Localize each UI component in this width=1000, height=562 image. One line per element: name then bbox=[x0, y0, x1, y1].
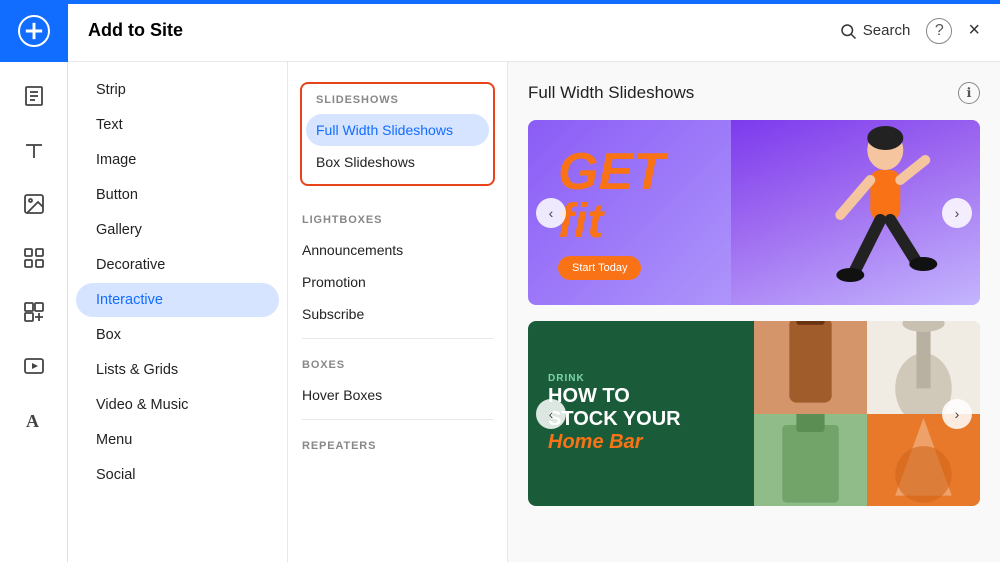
bar-img-1 bbox=[754, 321, 867, 414]
box-slideshows-item[interactable]: Box Slideshows bbox=[302, 146, 493, 178]
header-actions: Search ? × bbox=[839, 18, 980, 44]
section-divider bbox=[302, 338, 493, 339]
nav-item-video-music[interactable]: Video & Music bbox=[76, 388, 279, 422]
right-panel: Full Width Slideshows ℹ GET fit Start To… bbox=[508, 62, 1000, 562]
full-width-slideshows-item[interactable]: Full Width Slideshows bbox=[306, 114, 489, 146]
nav-item-image[interactable]: Image bbox=[76, 143, 279, 177]
fitness-text-block: GET fit Start Today bbox=[558, 146, 665, 280]
help-button[interactable]: ? bbox=[926, 18, 952, 44]
nav-item-social[interactable]: Social bbox=[76, 458, 279, 492]
fitness-get-text: GET bbox=[558, 146, 665, 198]
header-title: Add to Site bbox=[88, 20, 183, 41]
fitness-card-bg: GET fit Start Today bbox=[528, 120, 980, 305]
search-icon bbox=[839, 22, 857, 40]
nav-item-button[interactable]: Button bbox=[76, 178, 279, 212]
close-button[interactable]: × bbox=[968, 19, 980, 42]
nav-item-menu[interactable]: Menu bbox=[76, 423, 279, 457]
nav-item-interactive[interactable]: Interactive bbox=[76, 283, 279, 317]
nav-item-gallery[interactable]: Gallery bbox=[76, 213, 279, 247]
sidebar-page-icon[interactable] bbox=[10, 72, 58, 120]
bar-line1: HOW TO bbox=[548, 384, 734, 408]
bar-line3: Home Bar bbox=[548, 431, 734, 454]
slideshows-section-box: SLIDESHOWS Full Width Slideshows Box Sli… bbox=[300, 82, 495, 186]
sidebar-font-icon[interactable]: A bbox=[10, 396, 58, 444]
boxes-label: BOXES bbox=[288, 347, 507, 379]
sidebar-app-icon[interactable] bbox=[10, 234, 58, 282]
nav-item-decorative[interactable]: Decorative bbox=[76, 248, 279, 282]
search-button[interactable]: Search bbox=[839, 22, 911, 40]
content-area: Strip Text Image Button Gallery Decorati… bbox=[68, 62, 1000, 562]
promotion-item[interactable]: Promotion bbox=[288, 266, 507, 298]
bar-card-bg: DRINK HOW TO STOCK YOUR Home Bar bbox=[528, 321, 980, 506]
sidebar-media-icon[interactable] bbox=[10, 342, 58, 390]
repeaters-label: REPEATERS bbox=[288, 428, 507, 460]
middle-nav: SLIDESHOWS Full Width Slideshows Box Sli… bbox=[288, 62, 508, 562]
top-accent-bar bbox=[0, 0, 1000, 4]
nav-item-lists-grids[interactable]: Lists & Grids bbox=[76, 353, 279, 387]
add-icon[interactable] bbox=[18, 15, 50, 47]
icon-sidebar: A bbox=[0, 0, 68, 562]
left-nav: Strip Text Image Button Gallery Decorati… bbox=[68, 62, 288, 562]
announcements-item[interactable]: Announcements bbox=[288, 234, 507, 266]
fitness-slideshow-card[interactable]: GET fit Start Today bbox=[528, 120, 980, 305]
right-panel-title: Full Width Slideshows bbox=[528, 83, 694, 103]
card1-prev-arrow[interactable]: ‹ bbox=[536, 198, 566, 228]
card1-next-arrow[interactable]: › bbox=[942, 198, 972, 228]
main-panel: Add to Site Search ? × Strip Text Image … bbox=[68, 0, 1000, 562]
fitness-cta-button[interactable]: Start Today bbox=[558, 256, 641, 280]
header: Add to Site Search ? × bbox=[68, 0, 1000, 62]
fitness-fit-text: fit bbox=[558, 198, 665, 246]
nav-item-strip[interactable]: Strip bbox=[76, 73, 279, 107]
sidebar-widget-icon[interactable] bbox=[10, 288, 58, 336]
info-icon[interactable]: ℹ bbox=[958, 82, 980, 104]
sidebar-image-icon[interactable] bbox=[10, 180, 58, 228]
nav-item-text[interactable]: Text bbox=[76, 108, 279, 142]
sidebar-text-icon[interactable] bbox=[10, 126, 58, 174]
sidebar-icons: A bbox=[0, 62, 67, 444]
bar-line2: STOCK YOUR bbox=[548, 408, 734, 431]
bar-slideshow-card[interactable]: DRINK HOW TO STOCK YOUR Home Bar bbox=[528, 321, 980, 506]
section-divider-2 bbox=[302, 419, 493, 420]
bar-drink-label: DRINK bbox=[548, 373, 734, 384]
add-button-area[interactable] bbox=[0, 0, 68, 62]
bar-img-3 bbox=[754, 414, 867, 507]
svg-text:A: A bbox=[26, 411, 39, 431]
card2-next-arrow[interactable]: › bbox=[942, 399, 972, 429]
slideshows-label: SLIDESHOWS bbox=[302, 94, 493, 114]
hover-boxes-item[interactable]: Hover Boxes bbox=[288, 379, 507, 411]
nav-item-box[interactable]: Box bbox=[76, 318, 279, 352]
search-label: Search bbox=[863, 22, 911, 39]
bar-img-4 bbox=[867, 414, 980, 507]
card2-prev-arrow[interactable]: ‹ bbox=[536, 399, 566, 429]
right-panel-header: Full Width Slideshows ℹ bbox=[528, 82, 980, 104]
subscribe-item[interactable]: Subscribe bbox=[288, 298, 507, 330]
lightboxes-label: LIGHTBOXES bbox=[288, 202, 507, 234]
